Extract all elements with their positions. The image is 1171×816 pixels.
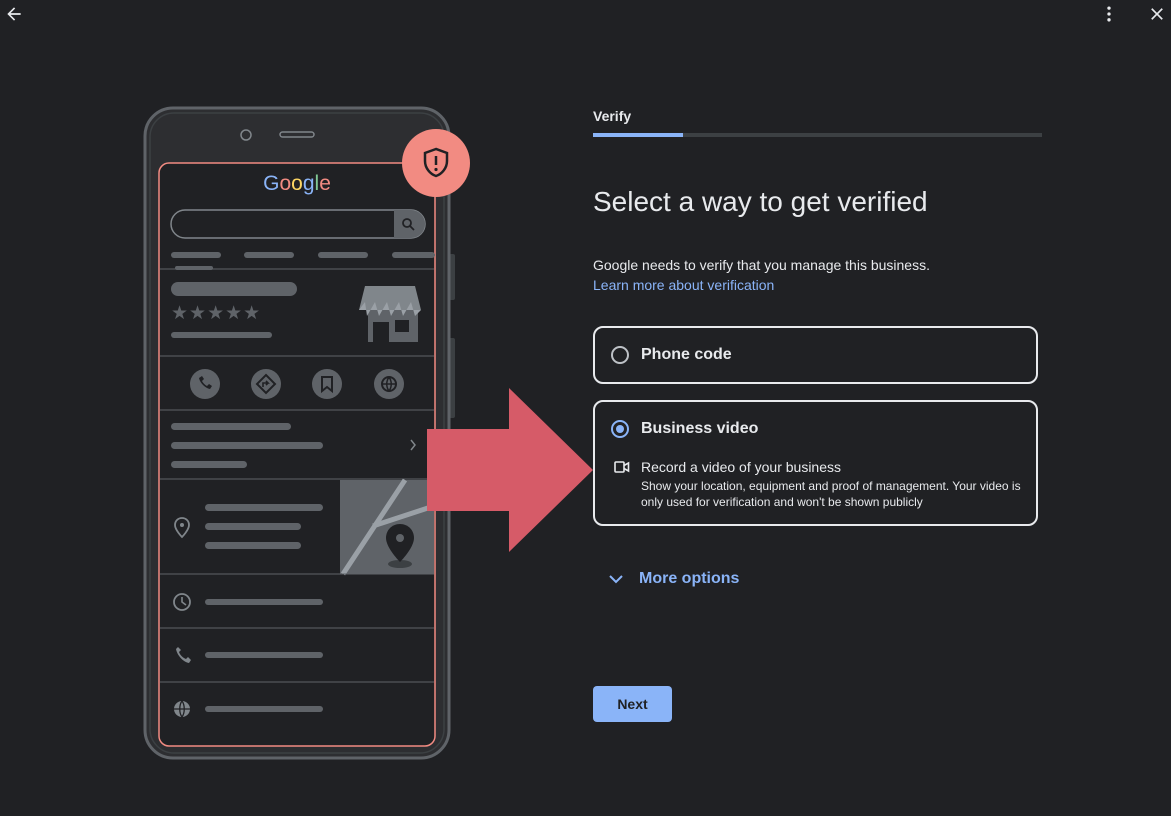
option-business-video[interactable]: Business video Record a video of your bu… <box>593 400 1038 526</box>
learn-more-link[interactable]: Learn more about verification <box>593 275 774 295</box>
more-options-label: More options <box>639 570 740 587</box>
verification-page: Google ★★★★★ Verify Select a way to get … <box>0 0 1171 816</box>
close-button[interactable] <box>1143 0 1171 28</box>
more-options-toggle[interactable]: More options <box>607 570 739 588</box>
option-phone-code[interactable]: Phone code <box>593 326 1038 384</box>
phone-code-label: Phone code <box>641 346 732 363</box>
google-logo: Google <box>263 172 331 195</box>
more-vert-icon <box>1107 6 1111 22</box>
videocam-icon <box>614 461 630 473</box>
arrow-left-icon <box>7 7 21 21</box>
page-description: Google needs to verify that you manage t… <box>593 257 930 273</box>
phone-illustration: Google ★★★★★ <box>143 106 473 762</box>
progress-fill <box>593 133 683 137</box>
business-video-radio[interactable] <box>611 420 629 438</box>
page-title: Select a way to get verified <box>593 186 928 217</box>
more-menu-button[interactable] <box>1095 0 1123 28</box>
highlight-arrow-icon <box>427 388 593 552</box>
next-button[interactable]: Next <box>593 686 672 722</box>
video-detail-description: Show your location, equipment and proof … <box>641 479 1021 509</box>
close-icon <box>1151 8 1163 20</box>
progress-bar <box>593 133 1042 137</box>
video-detail-title: Record a video of your business <box>641 459 841 475</box>
step-label: Verify <box>593 108 632 124</box>
rating-stars: ★★★★★ <box>171 302 262 324</box>
business-video-label: Business video <box>641 420 759 437</box>
chevron-down-icon <box>609 575 623 584</box>
back-button[interactable] <box>0 0 28 28</box>
phone-code-radio[interactable] <box>611 346 629 364</box>
